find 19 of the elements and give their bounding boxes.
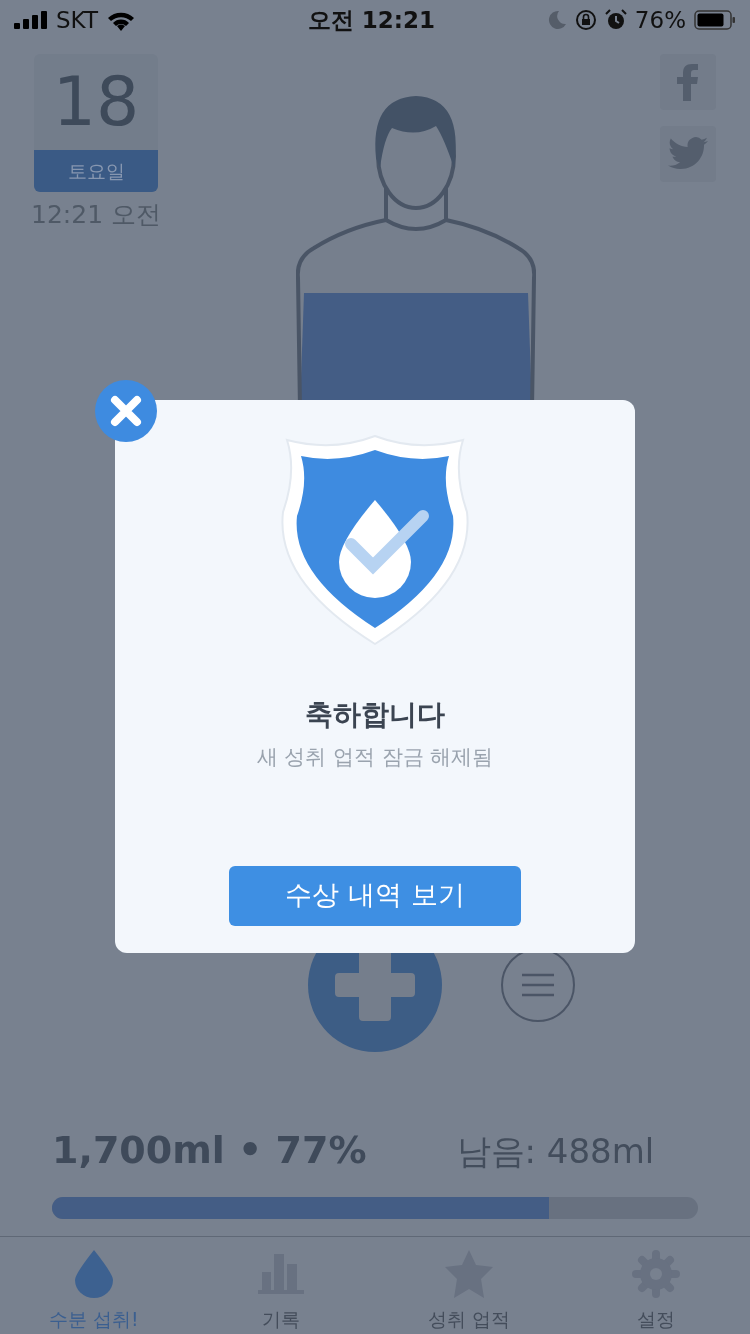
alarm-icon (604, 9, 627, 31)
intake-summary: 1,700ml • 77% (52, 1127, 367, 1174)
drop-icon (74, 1250, 113, 1298)
bird-icon (668, 137, 708, 171)
dialog-subtitle: 새 성취 업적 잠금 해제됨 (256, 744, 494, 771)
dialog-title: 축하합니다 (305, 697, 445, 733)
carrier-name: SKT (56, 5, 98, 35)
close-icon (110, 395, 142, 427)
moon-icon (546, 10, 567, 30)
signal-icon (14, 11, 48, 29)
menu-icon (520, 973, 556, 997)
clock-time: 오전 12:21 (307, 5, 435, 35)
rotation-lock-icon (574, 9, 597, 31)
facebook-icon (677, 63, 699, 101)
battery-percent: 76% (634, 5, 686, 35)
tab[interactable]: 수분 섭취! (0, 1237, 188, 1334)
battery-icon (694, 10, 736, 30)
view-awards-button[interactable]: 수상 내역 보기 (229, 865, 521, 926)
weekday-label: 토요일 (34, 150, 158, 192)
